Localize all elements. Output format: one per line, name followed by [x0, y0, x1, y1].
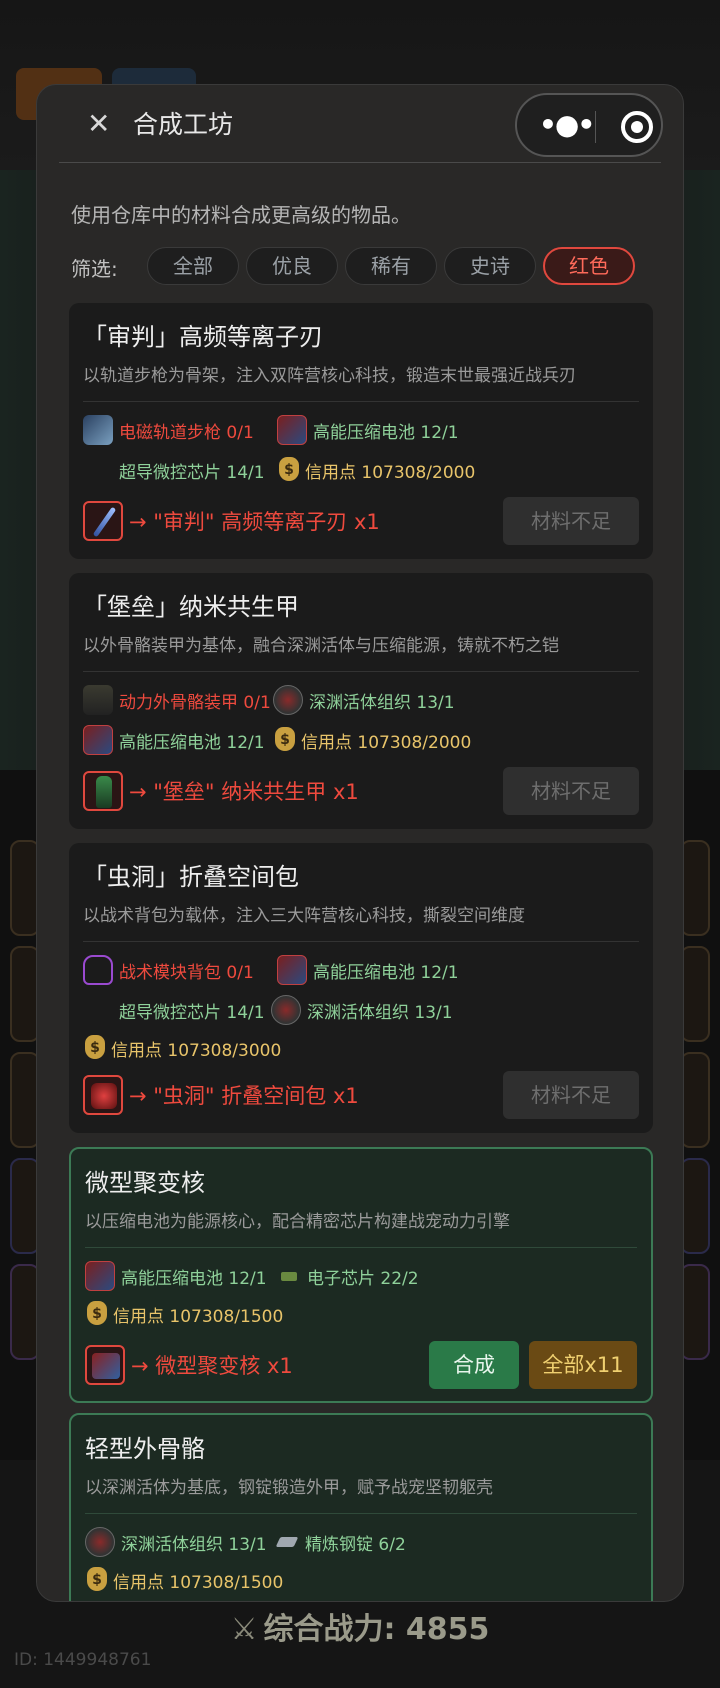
recipe-card: 「堡垒」纳米共生甲 以外骨骼装甲为基体，融合深渊活体与压缩能源，铸就不朽之铠 动… — [69, 573, 653, 829]
modal-description: 使用仓库中的材料合成更高级的物品。 — [71, 203, 411, 227]
material-item: 电磁轨道步枪 0/1 — [83, 415, 254, 445]
material-item: 深渊活体组织 13/1 — [85, 1527, 267, 1557]
crafting-modal: ✕ 合成工坊 •●• 使用仓库中的材料合成更高级的物品。 筛选: 全部 优良 稀… — [36, 84, 684, 1602]
crossed-swords-icon: ⚔ — [230, 1612, 258, 1647]
capsule-divider — [595, 111, 596, 143]
divider — [83, 401, 639, 402]
synthesize-all-button[interactable]: 全部x11 — [529, 1341, 637, 1389]
material-item: 超导微控芯片 14/1 — [83, 455, 265, 647]
recipe-name: 「审判」高频等离子刃 — [83, 323, 323, 351]
fusion-core-icon — [85, 1345, 125, 1385]
battery-icon — [85, 1261, 115, 1291]
recipe-card: 微型聚变核 以压缩电池为能源核心，配合精密芯片构建战宠动力引擎 高能压缩电池 1… — [69, 1147, 653, 1403]
recipe-result: → "虫洞" 折叠空间包 x1 — [83, 1075, 359, 1115]
nano-armor-icon — [83, 771, 123, 811]
filter-chip-all[interactable]: 全部 — [147, 247, 239, 285]
close-icon[interactable]: ✕ — [87, 107, 110, 140]
material-item: 信用点 107308/2000 — [277, 455, 475, 485]
coin-bag-icon — [85, 1565, 107, 1595]
coin-bag-icon — [83, 1033, 105, 1063]
filter-chip-epic[interactable]: 史诗 — [444, 247, 536, 285]
material-item: 深渊活体组织 13/1 — [271, 995, 453, 1025]
divider — [83, 671, 639, 672]
space-pack-icon — [83, 1075, 123, 1115]
battery-icon — [277, 955, 307, 985]
steel-ingot-icon — [275, 1527, 299, 1557]
filter-chip-red[interactable]: 红色 — [543, 247, 635, 285]
insufficient-materials-button[interactable]: 材料不足 — [503, 767, 639, 815]
combat-power: ⚔ 综合战力: 4855 — [230, 1612, 490, 1647]
material-item: 高能压缩电池 12/1 — [277, 955, 459, 985]
insufficient-materials-button[interactable]: 材料不足 — [503, 1071, 639, 1119]
recipe-name: 轻型外骨骼 — [85, 1435, 205, 1463]
background-slot — [680, 1052, 710, 1148]
coin-bag-icon — [85, 1299, 107, 1329]
recipe-description: 以压缩电池为能源核心，配合精密芯片构建战宠动力引擎 — [85, 1212, 510, 1232]
material-item: 电子芯片 22/2 — [277, 1261, 419, 1291]
material-item: 高能压缩电池 12/1 — [83, 725, 265, 755]
recipe-description: 以战术背包为载体，注入三大阵营核心科技，撕裂空间维度 — [83, 906, 525, 926]
material-item: 精炼钢锭 6/2 — [275, 1527, 406, 1557]
backpack-icon — [83, 955, 113, 985]
material-item: 信用点 107308/1500 — [85, 1565, 283, 1595]
material-item: 高能压缩电池 12/1 — [85, 1261, 267, 1291]
recipe-card: 「虫洞」折叠空间包 以战术背包为载体，注入三大阵营核心科技，撕裂空间维度 战术模… — [69, 843, 653, 1187]
background-slot — [680, 946, 710, 1042]
filter-chip-good[interactable]: 优良 — [246, 247, 338, 285]
coin-bag-icon — [277, 455, 299, 485]
filter-label: 筛选: — [71, 257, 118, 281]
insufficient-materials-button[interactable]: 材料不足 — [503, 497, 639, 545]
electronic-chip-icon — [277, 1261, 301, 1291]
recipe-card: 轻型外骨骼 以深渊活体为基底，钢锭锻造外甲，赋予战宠坚韧躯壳 深渊活体组织 13… — [69, 1413, 653, 1601]
recipe-name: 微型聚变核 — [85, 1169, 205, 1197]
divider — [85, 1513, 637, 1514]
exit-target-icon[interactable] — [621, 111, 653, 143]
railgun-icon — [83, 415, 113, 445]
background-slot — [680, 1158, 710, 1254]
filter-chip-rare[interactable]: 稀有 — [345, 247, 437, 285]
user-id: ID: 1449948761 — [14, 1650, 152, 1670]
recipe-name: 「堡垒」纳米共生甲 — [83, 593, 299, 621]
recipe-card: 「审判」高频等离子刃 以轨道步枪为骨架，注入双阵营核心科技，锻造末世最强近战兵刃… — [69, 303, 653, 647]
material-item: 高能压缩电池 12/1 — [277, 415, 459, 445]
material-item: 动力外骨骼装甲 0/1 — [83, 685, 271, 715]
recipe-name: 「虫洞」折叠空间包 — [83, 863, 299, 891]
divider — [83, 941, 639, 942]
material-item: 信用点 107308/2000 — [273, 725, 471, 755]
divider — [85, 1247, 637, 1248]
material-item: 超导微控芯片 14/1 — [83, 995, 265, 1187]
recipe-description: 以轨道步枪为骨架，注入双阵营核心科技，锻造末世最强近战兵刃 — [83, 366, 576, 386]
battery-icon — [277, 415, 307, 445]
background-slot — [680, 840, 710, 936]
material-item: 信用点 107308/1500 — [85, 1299, 283, 1329]
coin-bag-icon — [273, 725, 295, 755]
recipe-description: 以深渊活体为基底，钢锭锻造外甲，赋予战宠坚韧躯壳 — [85, 1478, 493, 1498]
abyss-tissue-icon — [271, 995, 301, 1025]
material-item: 深渊活体组织 13/1 — [273, 685, 455, 715]
abyss-tissue-icon — [273, 685, 303, 715]
recipe-description: 以外骨骼装甲为基体，融合深渊活体与压缩能源，铸就不朽之铠 — [83, 636, 559, 656]
exoskeleton-icon — [83, 685, 113, 715]
modal-title: 合成工坊 — [133, 110, 234, 139]
abyss-tissue-icon — [85, 1527, 115, 1557]
recipe-result: → "堡垒" 纳米共生甲 x1 — [83, 771, 359, 811]
more-options-icon[interactable]: •●• — [539, 108, 595, 141]
synthesize-button[interactable]: 合成 — [429, 1341, 519, 1389]
plasma-blade-icon — [83, 501, 123, 541]
material-item: 战术模块背包 0/1 — [83, 955, 254, 985]
recipe-result: → 微型聚变核 x1 — [85, 1345, 293, 1385]
material-item: 信用点 107308/3000 — [83, 1033, 281, 1063]
recipe-result: → "审判" 高频等离子刃 x1 — [83, 501, 380, 541]
background-slot — [680, 1264, 710, 1360]
mini-program-capsule: •●• — [515, 93, 663, 157]
battery-icon — [83, 725, 113, 755]
